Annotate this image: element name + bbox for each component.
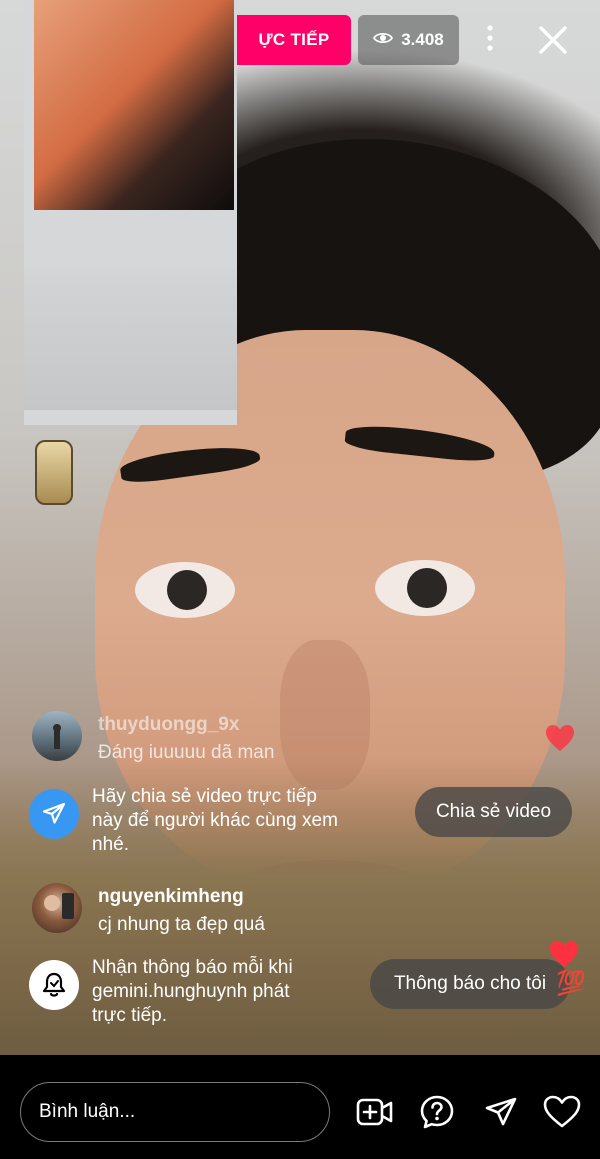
- more-icon: [487, 24, 493, 56]
- notify-prompt-line-2: gemini.hunghuynh phát: [92, 981, 290, 1002]
- comment-item: nguyenkimheng cj nhung ta đẹp quá: [0, 880, 600, 940]
- like-button[interactable]: [542, 1094, 582, 1134]
- eye-icon: [373, 30, 394, 50]
- share-video-button[interactable]: Chia sẻ video: [415, 787, 572, 837]
- comment-placeholder: Bình luận...: [39, 1101, 136, 1122]
- live-badge: ỰC TIẾP: [237, 15, 351, 65]
- add-video-button[interactable]: [355, 1094, 395, 1134]
- guest-video-tile[interactable]: [24, 0, 237, 425]
- send-icon: [41, 801, 67, 832]
- heart-icon: [543, 1095, 581, 1134]
- share-prompt-badge: [29, 789, 79, 839]
- bell-icon: [41, 971, 67, 1004]
- share-icon: [484, 1096, 518, 1133]
- notify-prompt-line-3: trực tiếp.: [92, 1005, 168, 1026]
- question-button[interactable]: [417, 1094, 457, 1134]
- video-eye-right: [375, 560, 475, 616]
- avatar[interactable]: [32, 883, 82, 933]
- question-icon: [419, 1094, 455, 1135]
- video-hair-clip: [35, 440, 73, 505]
- hundred-points-emoji: 💯: [556, 970, 586, 997]
- floating-heart-icon: [545, 724, 575, 752]
- close-icon: [534, 26, 572, 63]
- share-prompt-line-3: nhé.: [92, 834, 129, 855]
- avatar[interactable]: [32, 711, 82, 761]
- close-button[interactable]: [534, 21, 572, 59]
- comment-item: thuyduongg_9x Đáng iuuuuu dã man: [0, 708, 600, 768]
- viewer-count: 3.408: [401, 30, 444, 49]
- comment-input[interactable]: Bình luận...: [20, 1082, 330, 1142]
- notify-me-label: Thông báo cho tôi: [393, 973, 547, 994]
- comment-text: cj nhung ta đẹp quá: [98, 914, 265, 935]
- add-video-icon: [356, 1097, 394, 1132]
- share-button[interactable]: [481, 1094, 521, 1134]
- viewer-count-badge[interactable]: 3.408: [358, 15, 459, 65]
- comment-username[interactable]: nguyenkimheng: [98, 886, 244, 908]
- comment-text: Đáng iuuuuu dã man: [98, 742, 275, 763]
- notify-prompt-line-1: Nhận thông báo mỗi khi: [92, 957, 293, 978]
- guest-video-blur-top: [34, 0, 234, 210]
- share-prompt-line-1: Hãy chia sẻ video trực tiếp: [92, 786, 317, 807]
- video-eye-left: [135, 562, 235, 618]
- comment-username[interactable]: thuyduongg_9x: [98, 714, 239, 736]
- notify-prompt-badge: [29, 960, 79, 1010]
- bottom-bar: Bình luận...: [0, 1055, 600, 1159]
- notify-me-button[interactable]: Thông báo cho tôi: [370, 959, 570, 1009]
- more-options-button[interactable]: [476, 23, 504, 57]
- share-prompt-line-2: này để người khác cùng xem: [92, 810, 338, 831]
- guest-video-blur-bottom: [24, 270, 237, 410]
